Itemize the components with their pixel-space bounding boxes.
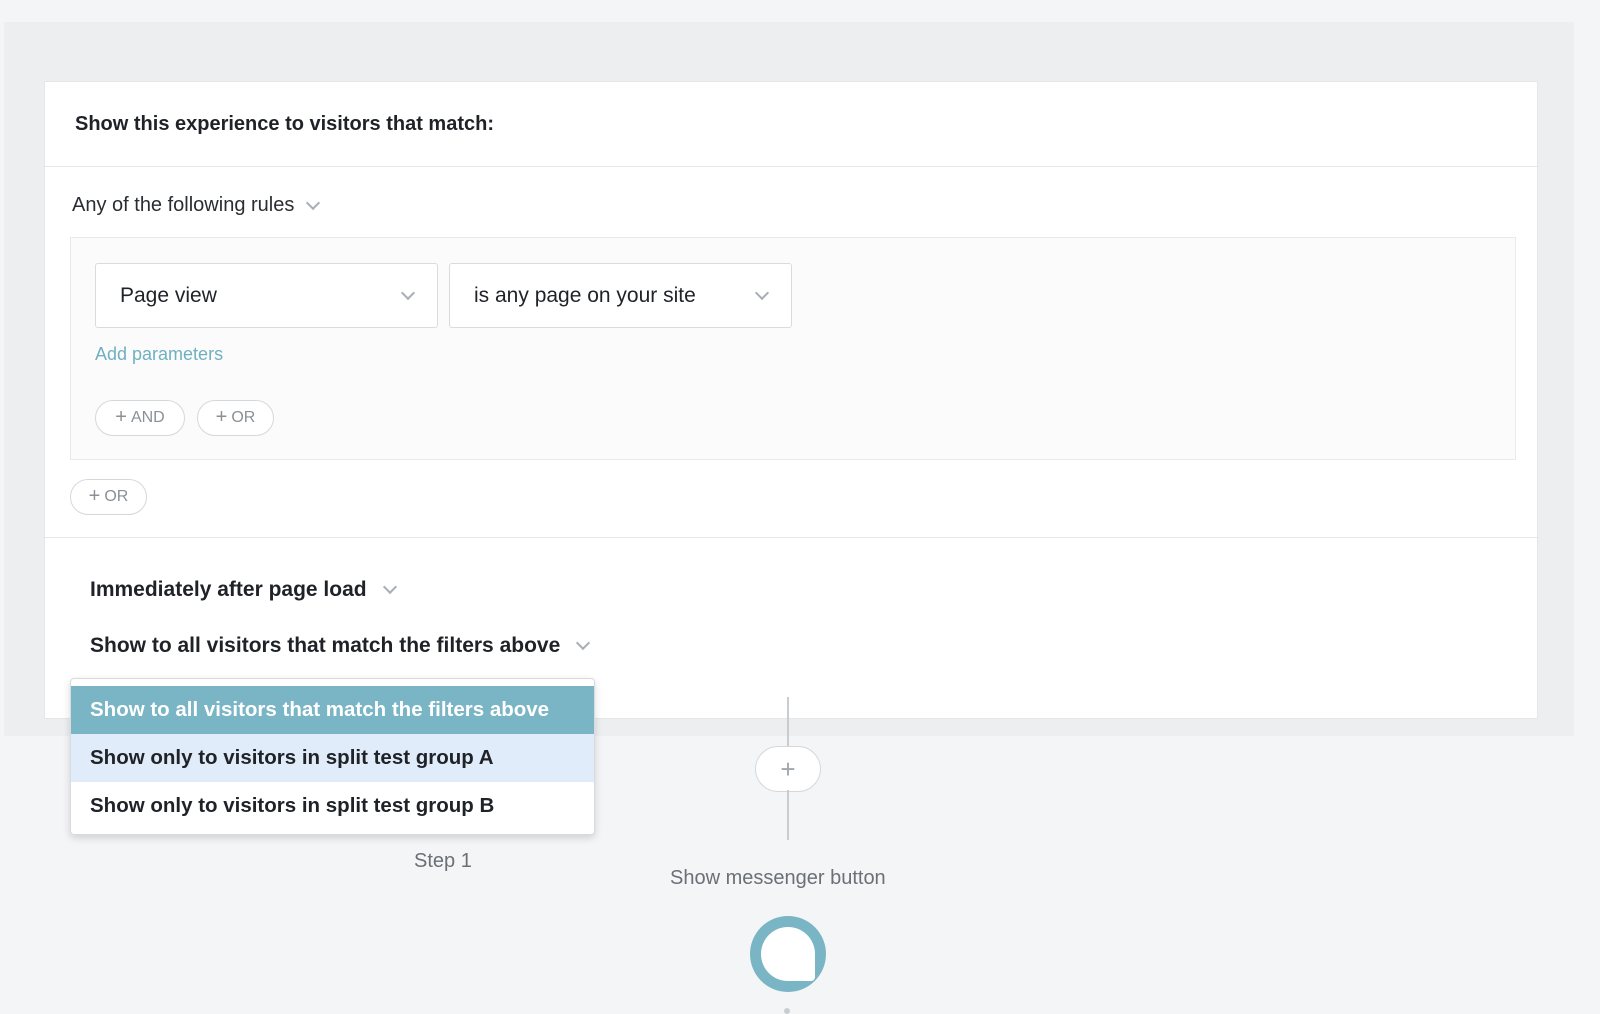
chevron-down-icon xyxy=(306,195,321,210)
flow-connector-dot xyxy=(784,1008,790,1014)
chevron-down-icon xyxy=(754,285,770,300)
step-label: Step 1 xyxy=(414,850,472,872)
flow-connector xyxy=(787,697,789,747)
audience-option-all[interactable]: Show to all visitors that match the filt… xyxy=(71,686,594,734)
audience-select-value: Show to all visitors that match the filt… xyxy=(90,634,561,657)
rules-match-type-select[interactable]: Any of the following rules xyxy=(72,194,321,217)
operator-select[interactable]: is any page on your site xyxy=(449,263,792,328)
add-step-button[interactable]: + xyxy=(755,746,821,792)
card-header: Show this experience to visitors that ma… xyxy=(45,82,1537,167)
event-select-value: Page view xyxy=(120,283,217,307)
audience-option-group-b[interactable]: Show only to visitors in split test grou… xyxy=(71,782,594,830)
section-divider xyxy=(45,537,1537,538)
messenger-icon[interactable] xyxy=(750,916,826,992)
rules-match-type-label: Any of the following rules xyxy=(72,194,295,216)
plus-icon: + xyxy=(115,406,127,428)
chevron-down-icon xyxy=(382,579,397,595)
chat-bubble-icon xyxy=(761,927,815,981)
rules-panel: Show this experience to visitors that ma… xyxy=(4,22,1574,736)
audience-option-group-a[interactable]: Show only to visitors in split test grou… xyxy=(71,734,594,782)
add-parameters-link[interactable]: Add parameters xyxy=(95,344,223,365)
targeting-card: Show this experience to visitors that ma… xyxy=(44,81,1538,719)
chevron-down-icon xyxy=(400,285,416,300)
add-and-button[interactable]: + AND xyxy=(95,400,185,436)
add-or-button[interactable]: + OR xyxy=(197,400,274,436)
add-or-group-button[interactable]: + OR xyxy=(70,479,147,515)
flow-connector xyxy=(787,790,789,840)
rule-group: Page view is any page on your site Add p… xyxy=(70,237,1516,460)
audience-select[interactable]: Show to all visitors that match the filt… xyxy=(90,634,591,658)
audience-dropdown-menu: Show to all visitors that match the filt… xyxy=(70,678,595,835)
add-and-label: AND xyxy=(130,409,165,426)
chevron-down-icon xyxy=(576,635,591,651)
card-title: Show this experience to visitors that ma… xyxy=(75,112,494,135)
add-or-label: OR xyxy=(231,409,256,426)
plus-icon: + xyxy=(88,485,101,507)
messenger-step-label: Show messenger button xyxy=(670,867,886,889)
event-select[interactable]: Page view xyxy=(95,263,438,328)
plus-icon: + xyxy=(215,406,228,428)
timing-select[interactable]: Immediately after page load xyxy=(90,578,397,602)
add-or-group-label: OR xyxy=(104,488,129,505)
operator-select-value: is any page on your site xyxy=(474,283,696,307)
timing-select-value: Immediately after page load xyxy=(90,578,367,601)
